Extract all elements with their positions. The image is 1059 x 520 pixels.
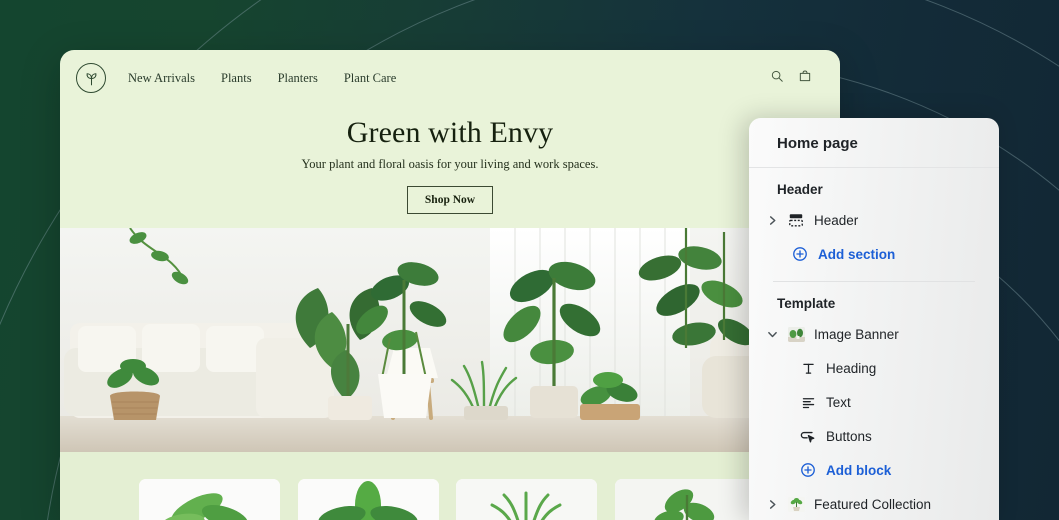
block-label-heading: Heading <box>826 360 877 376</box>
plant-sprout-circle-icon[interactable] <box>76 63 106 93</box>
nav-link-plant-care[interactable]: Plant Care <box>344 71 396 86</box>
chevron-down-icon[interactable] <box>767 330 778 339</box>
header-layout-icon <box>787 212 805 228</box>
chevron-right-icon[interactable] <box>767 499 778 510</box>
plus-circle-icon <box>791 246 809 262</box>
product-card[interactable] <box>139 479 280 520</box>
storefront-navbar: New Arrivals Plants Planters Plant Care <box>60 50 840 106</box>
product-card[interactable] <box>456 479 597 520</box>
button-cursor-icon <box>799 429 817 444</box>
product-card[interactable] <box>298 479 439 520</box>
heading-text-icon <box>799 361 817 376</box>
featured-collection-strip <box>60 452 840 520</box>
block-row-buttons[interactable]: Buttons <box>749 419 999 453</box>
potted-plant-thumbnail-icon <box>787 496 805 512</box>
block-label-text: Text <box>826 394 851 410</box>
hero-image <box>60 228 840 452</box>
nav-link-planters[interactable]: Planters <box>278 71 318 86</box>
section-label-header: Header <box>814 212 859 228</box>
add-block-button[interactable]: Add block <box>749 453 999 487</box>
group-label-header: Header <box>777 182 823 197</box>
panel-title: Home page <box>749 118 999 168</box>
block-row-heading[interactable]: Heading <box>749 351 999 385</box>
storefront-preview: New Arrivals Plants Planters Plant Care <box>60 50 840 520</box>
hero-copy: Green with Envy Your plant and floral oa… <box>60 106 840 214</box>
image-banner-thumbnail-icon <box>787 326 805 342</box>
add-section-button[interactable]: Add section <box>749 237 999 271</box>
plus-circle-icon <box>799 462 817 478</box>
product-card[interactable] <box>615 479 756 520</box>
search-icon[interactable] <box>770 69 784 88</box>
text-lines-icon <box>799 395 817 410</box>
section-label-image-banner: Image Banner <box>814 326 899 342</box>
add-block-label: Add block <box>826 462 892 478</box>
storefront-nav-actions <box>770 69 812 88</box>
add-section-label: Add section <box>818 246 896 262</box>
shop-now-button[interactable]: Shop Now <box>406 186 494 214</box>
section-row-header[interactable]: Header <box>749 203 999 237</box>
block-row-text[interactable]: Text <box>749 385 999 419</box>
theme-editor-panel: Home page Header Header Add section Temp… <box>749 118 999 520</box>
storefront-nav-links: New Arrivals Plants Planters Plant Care <box>128 71 396 86</box>
block-label-buttons: Buttons <box>826 428 872 444</box>
section-label-featured-collection: Featured Collection <box>814 496 932 512</box>
hero-subtitle: Your plant and floral oasis for your liv… <box>301 157 599 171</box>
section-row-featured-collection[interactable]: Featured Collection <box>749 487 999 520</box>
shopping-bag-icon[interactable] <box>798 69 812 88</box>
section-row-image-banner[interactable]: Image Banner <box>749 317 999 351</box>
page-title: Green with Envy <box>346 116 554 149</box>
chevron-right-icon[interactable] <box>767 215 778 226</box>
group-label-template: Template <box>777 296 836 311</box>
nav-link-new-arrivals[interactable]: New Arrivals <box>128 71 195 86</box>
screenshot-stage: New Arrivals Plants Planters Plant Care <box>0 0 1059 520</box>
nav-link-plants[interactable]: Plants <box>221 71 252 86</box>
